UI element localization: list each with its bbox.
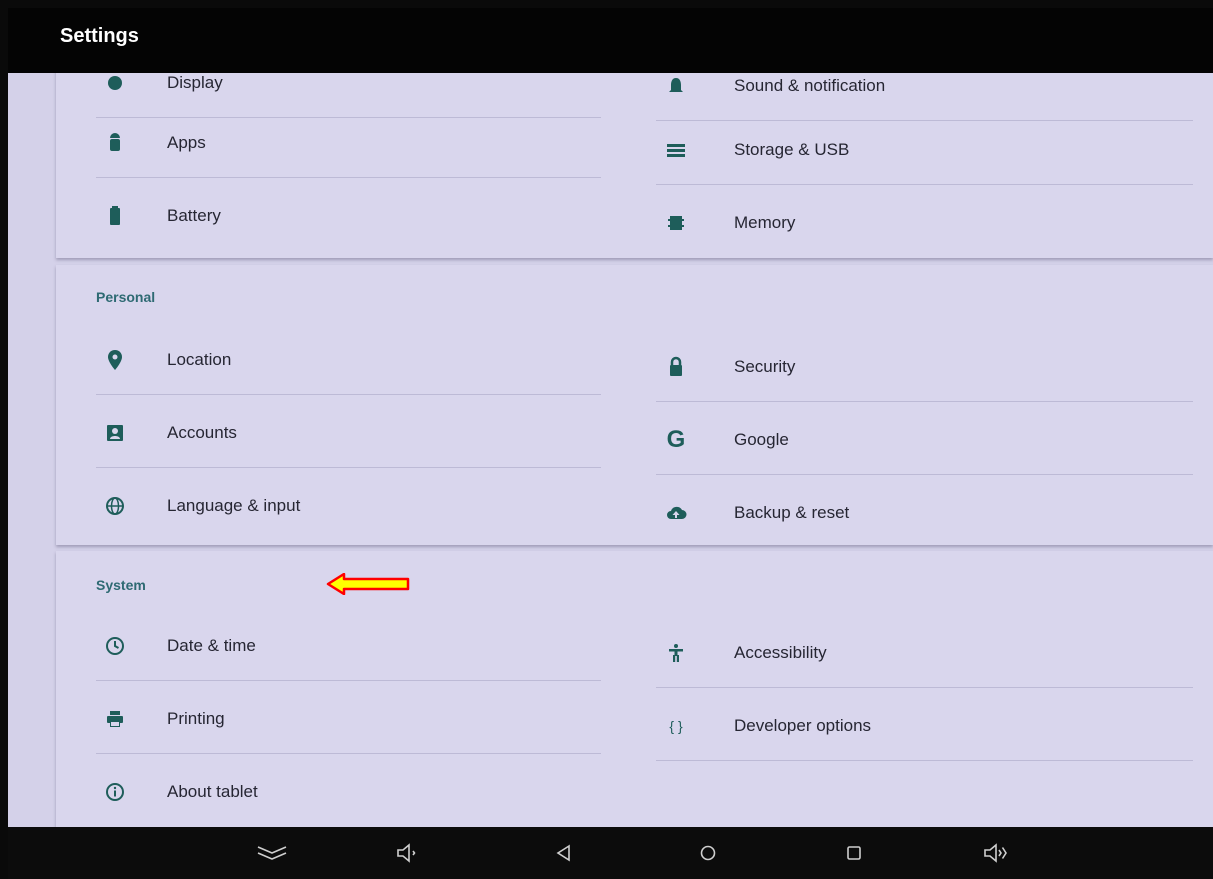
- settings-item-accessibility[interactable]: Accessibility: [648, 618, 1193, 688]
- volume-up-button[interactable]: [978, 837, 1014, 869]
- settings-item-language[interactable]: Language & input: [56, 471, 601, 541]
- tablet-screen: Settings Display Sound & notification Ap…: [8, 8, 1213, 879]
- settings-item-label: Sound & notification: [734, 76, 886, 95]
- settings-item-sound[interactable]: Sound & notification: [648, 73, 1193, 121]
- settings-item-label: Apps: [167, 133, 206, 152]
- settings-item-date-time[interactable]: Date & time: [56, 611, 601, 681]
- divider: [656, 401, 1193, 402]
- google-icon: G: [666, 426, 686, 453]
- lock-icon: [665, 356, 687, 378]
- settings-item-label: Security: [734, 357, 796, 376]
- settings-item-label: Language & input: [167, 496, 301, 515]
- settings-item-about-tablet[interactable]: About tablet: [56, 757, 601, 827]
- account-box-icon: [104, 422, 126, 444]
- settings-item-label: About tablet: [167, 782, 258, 801]
- section-header-system: System: [96, 577, 146, 593]
- back-button[interactable]: [546, 837, 582, 869]
- divider: [656, 687, 1193, 688]
- navigation-bar: [8, 827, 1213, 879]
- device-card: Display Sound & notification Apps Storag…: [56, 73, 1213, 258]
- settings-item-label: Location: [167, 350, 232, 369]
- bell-icon: [665, 75, 687, 97]
- settings-item-label: Accessibility: [734, 643, 827, 662]
- settings-item-apps[interactable]: Apps: [56, 108, 601, 178]
- location-pin-icon: [104, 349, 126, 371]
- section-header-personal: Personal: [96, 289, 156, 305]
- settings-item-label: Backup & reset: [734, 503, 850, 522]
- settings-item-security[interactable]: Security: [648, 332, 1193, 402]
- globe-icon: [104, 495, 126, 517]
- info-icon: [104, 781, 126, 803]
- divider: [96, 394, 601, 395]
- divider: [656, 474, 1193, 475]
- clock-icon: [104, 635, 126, 657]
- volume-down-button[interactable]: [390, 837, 426, 869]
- settings-item-label: Memory: [734, 213, 796, 232]
- accessibility-icon: [665, 642, 687, 664]
- settings-item-label: Date & time: [167, 636, 256, 655]
- volume-down-icon: [397, 843, 416, 863]
- settings-item-google[interactable]: G Google: [648, 405, 1193, 475]
- back-triangle-icon: [556, 844, 570, 862]
- settings-item-memory[interactable]: Memory: [648, 188, 1193, 258]
- volume-up-icon: [984, 843, 1007, 863]
- settings-item-label: Google: [734, 430, 789, 449]
- settings-item-accounts[interactable]: Accounts: [56, 398, 601, 468]
- page-title: Settings: [60, 25, 139, 47]
- settings-item-label: Storage & USB: [734, 140, 850, 159]
- divider: [656, 184, 1193, 185]
- brightness-icon: [104, 73, 126, 94]
- android-icon: [104, 132, 126, 154]
- divider: [96, 680, 601, 681]
- recents-button[interactable]: [836, 837, 872, 869]
- annotation-arrow-icon: [326, 573, 410, 595]
- divider: [656, 760, 1193, 761]
- home-circle-icon: [700, 845, 716, 861]
- recents-square-icon: [847, 846, 861, 860]
- settings-item-location[interactable]: Location: [56, 325, 601, 395]
- battery-icon: [104, 205, 126, 227]
- system-card: System Date & time Accessibility Printin…: [56, 551, 1213, 827]
- personal-card: Personal Location Security Accounts G Go…: [56, 265, 1213, 545]
- settings-item-battery[interactable]: Battery: [56, 181, 601, 251]
- hide-nav-button[interactable]: [254, 837, 290, 869]
- home-button[interactable]: [690, 837, 726, 869]
- settings-item-label: Display: [167, 73, 223, 92]
- settings-item-label: Printing: [167, 709, 225, 728]
- storage-icon: [665, 139, 687, 161]
- settings-content[interactable]: Display Sound & notification Apps Storag…: [8, 73, 1213, 827]
- settings-item-backup[interactable]: Backup & reset: [648, 478, 1193, 548]
- divider: [96, 467, 601, 468]
- settings-item-label: Developer options: [734, 716, 872, 735]
- printer-icon: [104, 708, 126, 730]
- braces-icon: { }: [669, 718, 683, 734]
- settings-item-developer-options[interactable]: { } Developer options: [648, 691, 1193, 761]
- settings-item-printing[interactable]: Printing: [56, 684, 601, 754]
- double-chevron-down-icon: [257, 846, 287, 860]
- divider: [96, 753, 601, 754]
- memory-icon: [665, 212, 687, 234]
- action-bar: Settings: [8, 8, 1213, 73]
- settings-item-label: Accounts: [167, 423, 237, 442]
- divider: [96, 177, 601, 178]
- settings-item-storage[interactable]: Storage & USB: [648, 115, 1193, 185]
- settings-item-label: Battery: [167, 206, 221, 225]
- cloud-upload-icon: [665, 502, 687, 524]
